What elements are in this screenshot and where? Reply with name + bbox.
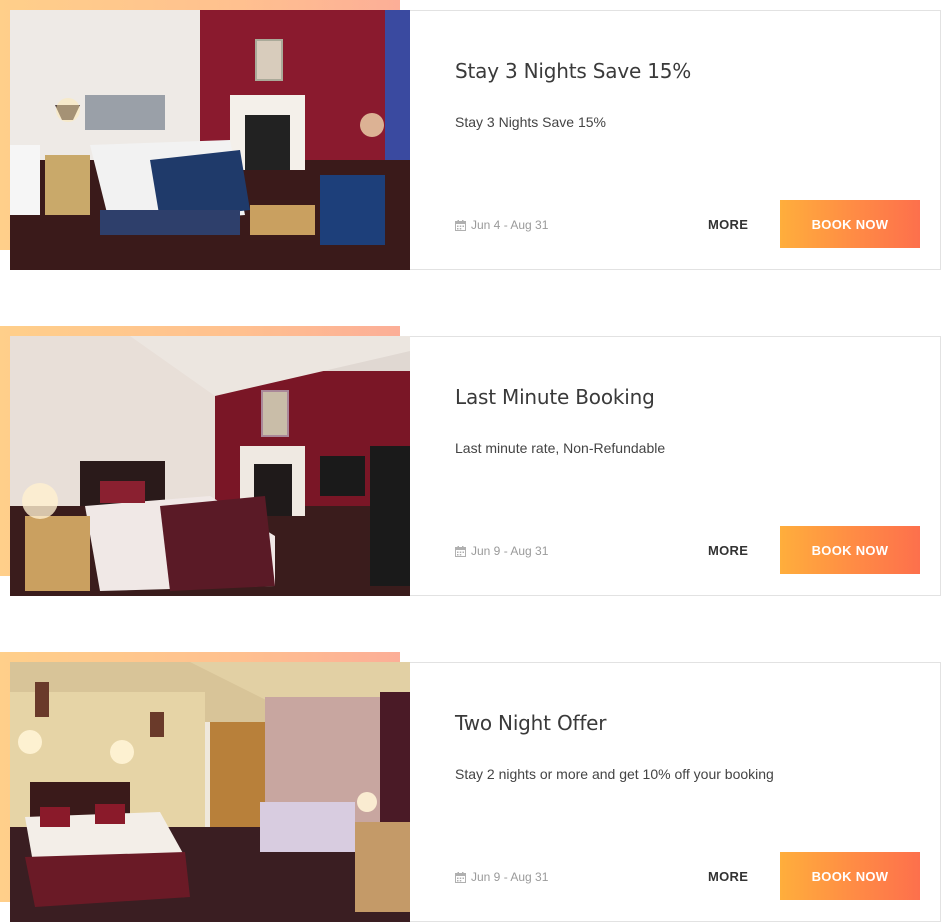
calendar-icon <box>455 219 466 231</box>
offer-details: Stay 3 Nights Save 15% Stay 3 Nights Sav… <box>410 10 941 270</box>
offer-dates: Jun 9 - Aug 31 <box>455 544 548 558</box>
offer-dates: Jun 9 - Aug 31 <box>455 870 548 884</box>
offer-dates-text: Jun 9 - Aug 31 <box>471 544 549 558</box>
offer-card: Stay 3 Nights Save 15% Stay 3 Nights Sav… <box>0 0 941 270</box>
offer-dates-text: Jun 4 - Aug 31 <box>471 218 549 232</box>
offer-dates-text: Jun 9 - Aug 31 <box>471 870 549 884</box>
room-photo[interactable] <box>10 10 410 270</box>
more-link[interactable]: MORE <box>708 869 748 884</box>
room-photo[interactable] <box>10 662 410 922</box>
offer-dates: Jun 4 - Aug 31 <box>455 218 548 232</box>
calendar-icon <box>455 871 466 883</box>
more-link[interactable]: MORE <box>708 543 748 558</box>
room-photo[interactable] <box>10 336 410 596</box>
offer-description: Stay 2 nights or more and get 10% off yo… <box>455 766 774 782</box>
offer-details: Last Minute Booking Last minute rate, No… <box>410 336 941 596</box>
offer-description: Last minute rate, Non-Refundable <box>455 440 666 456</box>
offer-card: Two Night Offer Stay 2 nights or more an… <box>0 652 941 922</box>
offer-title[interactable]: Stay 3 Nights Save 15% <box>455 59 691 83</box>
book-now-button[interactable]: BOOK NOW <box>780 852 920 900</box>
offer-title[interactable]: Two Night Offer <box>455 711 607 735</box>
more-link[interactable]: MORE <box>708 217 748 232</box>
calendar-icon <box>455 545 466 557</box>
offer-details: Two Night Offer Stay 2 nights or more an… <box>410 662 941 922</box>
book-now-button[interactable]: BOOK NOW <box>780 200 920 248</box>
book-now-button[interactable]: BOOK NOW <box>780 526 920 574</box>
offer-card: Last Minute Booking Last minute rate, No… <box>0 326 941 596</box>
offer-title[interactable]: Last Minute Booking <box>455 385 655 409</box>
offer-description: Stay 3 Nights Save 15% <box>455 114 606 130</box>
